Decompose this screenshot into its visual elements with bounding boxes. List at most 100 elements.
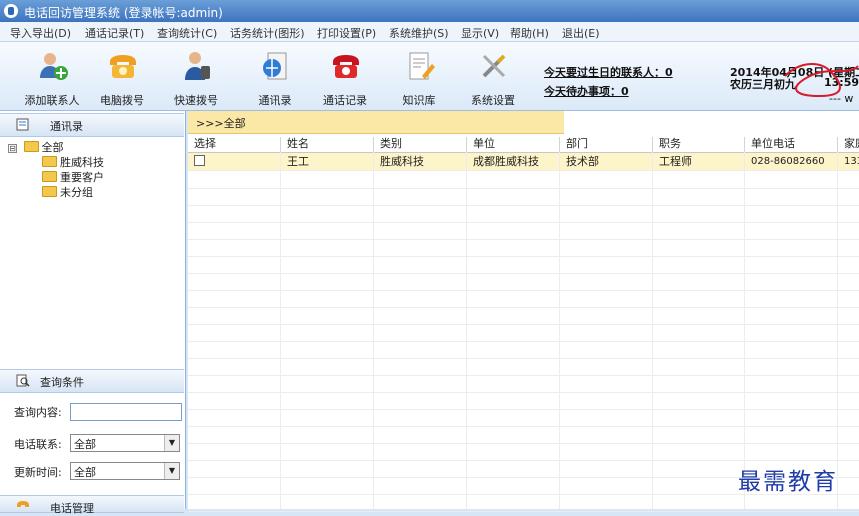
menu-query-stats[interactable]: 查询统计(C): [157, 25, 217, 41]
tools-icon: [482, 54, 506, 78]
collapse-icon[interactable]: ⊟: [8, 144, 17, 153]
add-contact-button[interactable]: 添加联系人: [17, 46, 87, 108]
column-header-select[interactable]: 选择: [188, 137, 281, 152]
toolbar: 添加联系人 电脑拨号 快速拨号 通讯录 通话记录 知识库 系统设置 今天要过生日…: [0, 42, 859, 111]
tree-root[interactable]: ⊟ 全部: [8, 139, 64, 155]
cell-position: 工程师: [659, 155, 692, 168]
column-header-category[interactable]: 类别: [374, 137, 467, 152]
title-bar: 电话回访管理系统 (登录帐号:admin): [0, 0, 859, 22]
update-time-value: 全部: [74, 466, 96, 479]
empty-row: [188, 392, 859, 410]
tree-root-label: 全部: [41, 141, 64, 154]
quick-dial-button[interactable]: 快速拨号: [161, 46, 231, 108]
address-book-icon: [263, 52, 287, 80]
column-divider: [744, 152, 745, 509]
phone-mgmt-panel-header[interactable]: 电话管理: [0, 495, 184, 515]
menu-system-maintenance[interactable]: 系统维护(S): [389, 25, 449, 41]
empty-row: [188, 443, 859, 461]
menu-help[interactable]: 帮助(H): [510, 25, 549, 41]
column-divider: [559, 152, 560, 509]
folder-open-icon: [23, 141, 39, 152]
column-header-work-phone[interactable]: 单位电话: [745, 137, 838, 152]
cell-company: 成都胜威科技: [473, 155, 539, 168]
menu-traffic-chart[interactable]: 话务统计(图形): [230, 25, 305, 41]
empty-row: [188, 188, 859, 206]
search-icon: [16, 374, 30, 387]
knowledge-base-button[interactable]: 知识库: [384, 46, 454, 108]
knowledge-icon: [409, 52, 435, 80]
tree-item[interactable]: 重要客户: [42, 169, 104, 185]
main-content: >>>全部 选择 姓名 类别 单位 部门 职务 单位电话 家庭 王工 胜威科技 …: [188, 111, 859, 512]
folder-icon: [42, 156, 57, 167]
empty-row: [188, 273, 859, 291]
table-header: 选择 姓名 类别 单位 部门 职务 单位电话 家庭: [188, 137, 859, 153]
contacts-panel-title: 通讯录: [50, 120, 83, 133]
tree-item-label: 未分组: [60, 186, 93, 199]
birthday-notice[interactable]: 今天要过生日的联系人：0: [544, 64, 673, 80]
empty-row: [188, 171, 859, 189]
row-select-cell[interactable]: [188, 153, 281, 170]
menu-display[interactable]: 显示(V): [461, 25, 499, 41]
window-title: 电话回访管理系统 (登录帐号:admin): [24, 6, 223, 20]
breadcrumb: >>>全部: [188, 111, 564, 134]
call-log-icon: [333, 55, 359, 78]
system-settings-button[interactable]: 系统设置: [458, 46, 528, 108]
empty-row: [188, 307, 859, 325]
row-checkbox[interactable]: [194, 155, 205, 166]
column-header-name[interactable]: 姓名: [281, 137, 374, 152]
query-panel-header[interactable]: 查询条件: [0, 369, 184, 393]
column-divider: [837, 152, 838, 509]
column-header-position[interactable]: 职务: [653, 137, 745, 152]
menu-exit[interactable]: 退出(E): [562, 25, 600, 41]
column-header-company[interactable]: 单位: [467, 137, 560, 152]
column-header-department[interactable]: 部门: [560, 137, 653, 152]
query-panel-title: 查询条件: [40, 376, 84, 389]
tree-item-label: 重要客户: [60, 171, 104, 184]
update-time-select[interactable]: 全部 ▼: [70, 462, 180, 480]
add-contact-label: 添加联系人: [24, 94, 80, 107]
tree-item[interactable]: 胜威科技: [42, 154, 104, 170]
empty-row: [188, 358, 859, 376]
column-header-home-phone[interactable]: 家庭: [838, 137, 859, 152]
tree-item[interactable]: 未分组: [42, 184, 93, 200]
phone-contact-value: 全部: [74, 438, 96, 451]
empty-row: [188, 290, 859, 308]
computer-dial-button[interactable]: 电脑拨号: [87, 46, 157, 108]
contacts-panel-header[interactable]: 通讯录: [0, 113, 184, 137]
cell-work-phone: 028-86082660: [751, 156, 825, 167]
table-row[interactable]: 王工 胜威科技 成都胜威科技 技术部 工程师 028-86082660 133: [188, 153, 859, 171]
column-divider: [373, 152, 374, 509]
address-book-label: 通讯录: [258, 94, 292, 107]
empty-row: [188, 256, 859, 274]
watermark-text: 最需教育: [738, 469, 838, 495]
address-book-icon: [16, 118, 29, 131]
decoration-swirl-icon: [784, 63, 859, 98]
chevron-down-icon[interactable]: ▼: [164, 435, 179, 451]
cell-category: 胜威科技: [380, 155, 424, 168]
phone-contact-select[interactable]: 全部 ▼: [70, 434, 180, 452]
query-content-input[interactable]: [70, 403, 182, 421]
quick-dial-label: 快速拨号: [174, 94, 218, 107]
empty-row: [188, 375, 859, 393]
empty-row: [188, 426, 859, 444]
call-log-label: 通话记录: [323, 94, 367, 107]
column-divider: [280, 152, 281, 509]
query-content-label: 查询内容:: [14, 406, 62, 419]
empty-row: [188, 341, 859, 359]
menu-print-settings[interactable]: 打印设置(P): [317, 25, 376, 41]
chevron-down-icon[interactable]: ▼: [164, 463, 179, 479]
address-book-button[interactable]: 通讯录: [240, 46, 310, 108]
menu-bar: 导入导出(D) 通话记录(T) 查询统计(C) 话务统计(图形) 打印设置(P)…: [0, 22, 859, 42]
telephone-icon: [110, 55, 136, 78]
call-log-button[interactable]: 通话记录: [310, 46, 380, 108]
telephone-icon: [17, 501, 29, 507]
empty-row: [188, 222, 859, 240]
menu-call-records[interactable]: 通话记录(T): [85, 25, 144, 41]
column-divider: [652, 152, 653, 509]
empty-row: [188, 239, 859, 257]
knowledge-base-label: 知识库: [402, 94, 436, 107]
menu-import-export[interactable]: 导入导出(D): [10, 25, 71, 41]
computer-dial-label: 电脑拨号: [100, 94, 144, 107]
empty-row: [188, 409, 859, 427]
todo-notice[interactable]: 今天待办事项：0: [544, 83, 629, 99]
